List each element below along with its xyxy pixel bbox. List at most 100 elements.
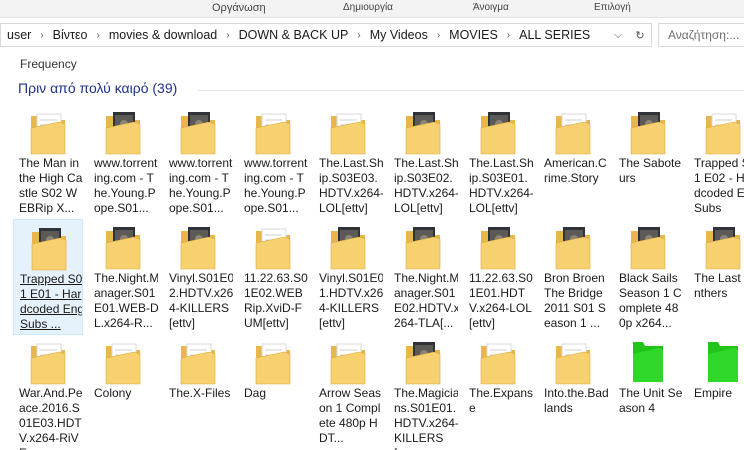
folder-item[interactable]: 11.22.63.S01E01.HDTV.x264-LOL[ettv] (463, 219, 533, 335)
folder-label: War.And.Peace.2016.S01E03.HDTV.x264-RiVE… (19, 386, 83, 450)
folder-item[interactable]: War.And.Peace.2016.S01E03.HDTV.x264-RiVE… (13, 334, 83, 450)
folder-item[interactable]: American.Crime.Story (538, 104, 608, 220)
ribbon-group-select: Επιλογή (594, 2, 631, 13)
folder-item[interactable]: The Unit Season 4 (613, 334, 683, 450)
folder-label: The Man in the High Castle S02 WEBRip X.… (19, 156, 83, 215)
folder-icon (29, 108, 67, 156)
refresh-icon[interactable]: ↻ (629, 24, 651, 46)
folder-label: 11.22.63.S01E01.HDTV.x264-LOL[ettv] (469, 271, 533, 330)
folder-item[interactable]: Empire (688, 334, 744, 450)
breadcrumb-item[interactable]: DOWN & BACK UP (237, 28, 351, 42)
chevron-down-icon[interactable]: ⌵ (607, 24, 629, 46)
breadcrumb-item[interactable]: MOVIES (447, 28, 500, 42)
address-bar-row: user › Βίντεο › movies & download › DOWN & BAC… (0, 20, 744, 50)
folder-label: Trapped S01 E01 - Hardcoded Eng Subs ... (20, 272, 83, 331)
folder-item[interactable]: The.X-Files (163, 334, 233, 450)
folder-icon (404, 108, 442, 156)
folder-item[interactable]: The.Last.Ship.S03E01.HDTV.x264-LOL[ettv] (463, 104, 533, 220)
folder-icon (554, 223, 592, 271)
ribbon-group-open: Άνοιγμα (473, 2, 509, 13)
breadcrumb-item[interactable]: user (5, 28, 33, 42)
green-folder-icon (704, 338, 742, 386)
folder-item[interactable]: The.Night.Manager.S01E01.WEB-DL.x264-R..… (88, 219, 158, 335)
folder-icon (179, 338, 217, 386)
group-header[interactable]: Πριν από πολύ καιρό (39) (18, 80, 177, 96)
folder-item[interactable]: 11.22.63.S01E02.WEBRip.XviD-FUM[ettv] (238, 219, 308, 335)
green-folder-icon (629, 338, 667, 386)
folder-item[interactable]: Bron Broen The Bridge 2011 S01 Season 1 … (538, 219, 608, 335)
folder-item[interactable]: The Man in the High Castle S02 WEBRip X.… (13, 104, 83, 220)
folder-label: Trapped S01 E02 - Hardcoded Eng Subs (694, 156, 744, 215)
folder-item[interactable]: Colony (88, 334, 158, 450)
folder-label: 11.22.63.S01E02.WEBRip.XviD-FUM[ettv] (244, 271, 308, 330)
folder-item[interactable]: Trapped S01 E01 - Hardcoded Eng Subs ... (13, 219, 83, 335)
folder-item[interactable]: Arrow Season 1 Complete 480p HDT... (313, 334, 383, 450)
folder-icon (704, 108, 742, 156)
breadcrumb-separator-icon[interactable]: › (219, 30, 236, 41)
folder-item[interactable]: www.torrenting.com - The.Young.Pope.S01.… (88, 104, 158, 220)
folder-icon (479, 338, 517, 386)
folder-item[interactable]: The.Last.Ship.S03E02.HDTV.x264-LOL[ettv] (388, 104, 458, 220)
folder-item[interactable]: Vinyl.S01E01.HDTV.x264-KILLERS[ettv] (313, 219, 383, 335)
folder-label: The.Last.Ship.S03E02.HDTV.x264-LOL[ettv] (394, 156, 458, 215)
folder-icon (29, 338, 67, 386)
breadcrumb-item[interactable]: Βίντεο (51, 28, 90, 42)
folder-icon (179, 108, 217, 156)
folder-icon (704, 223, 742, 271)
folder-item[interactable]: The.Magicians.S01E01.HDTV.x264-KILLERS[e… (388, 334, 458, 450)
folder-item[interactable]: Into.the.Badlands (538, 334, 608, 450)
column-header-frequency[interactable]: Frequency (20, 57, 77, 71)
breadcrumb-item[interactable]: movies & download (107, 28, 219, 42)
ribbon-bar: Οργάνωση Δημιουργία Άνοιγμα Επιλογή (0, 0, 744, 18)
folder-label: The.Last.Ship.S03E01.HDTV.x264-LOL[ettv] (469, 156, 533, 215)
folder-label: www.torrenting.com - The.Young.Pope.S01.… (169, 156, 233, 215)
folder-label: American.Crime.Story (544, 156, 607, 185)
folder-label: Vinyl.S01E02.HDTV.x264-KILLERS[ettv] (169, 271, 233, 330)
breadcrumb-item[interactable]: My Videos (368, 28, 430, 42)
group-divider (198, 90, 744, 91)
folder-item[interactable]: www.torrenting.com - The.Young.Pope.S01.… (163, 104, 233, 220)
folder-icon (254, 108, 292, 156)
folder-icon (329, 338, 367, 386)
folder-label: www.torrenting.com - The.Young.Pope.S01.… (94, 156, 158, 215)
folder-item[interactable]: The.Expanse (463, 334, 533, 450)
folder-icon (554, 338, 592, 386)
folder-item[interactable]: The Saboteurs (613, 104, 683, 220)
breadcrumb-separator-icon[interactable]: › (33, 30, 50, 41)
folder-icon (179, 223, 217, 271)
folder-item[interactable]: The Last Panthers (688, 219, 744, 335)
folder-label: Arrow Season 1 Complete 480p HDT... (319, 386, 382, 445)
folder-label: www.torrenting.com - The.Young.Pope.S01.… (244, 156, 308, 215)
folder-icon (554, 108, 592, 156)
folder-label: Black Sails Season 1 Complete 480p x264.… (619, 271, 682, 330)
breadcrumb-item[interactable]: ALL SERIES (517, 28, 592, 42)
folder-label: Dag (244, 386, 267, 400)
folder-item[interactable]: www.torrenting.com - The.Young.Pope.S01.… (238, 104, 308, 220)
folder-label: Into.the.Badlands (544, 386, 608, 415)
folder-icon (254, 338, 292, 386)
folder-label: The Unit Season 4 (619, 386, 683, 415)
folder-label: The.Last.Ship.S03E03.HDTV.x264-LOL[ettv] (319, 156, 383, 215)
breadcrumb-separator-icon[interactable]: › (350, 30, 367, 41)
address-bar[interactable]: user › Βίντεο › movies & download › DOWN & BAC… (0, 23, 652, 47)
folder-item[interactable]: Black Sails Season 1 Complete 480p x264.… (613, 219, 683, 335)
breadcrumb-separator-icon[interactable]: › (500, 30, 517, 41)
folder-label: The.X-Files (169, 386, 231, 400)
search-input[interactable]: Αναζήτηση:... (658, 23, 744, 47)
folder-label: The Saboteurs (619, 156, 682, 185)
folder-item[interactable]: The.Last.Ship.S03E03.HDTV.x264-LOL[ettv] (313, 104, 383, 220)
ribbon-group-organize: Οργάνωση (212, 2, 266, 14)
folder-label: Bron Broen The Bridge 2011 S01 Season 1 … (544, 271, 606, 330)
folder-item[interactable]: The.Night.Manager.S01E02.HDTV.x264-TLA[.… (388, 219, 458, 335)
folder-item[interactable]: Vinyl.S01E02.HDTV.x264-KILLERS[ettv] (163, 219, 233, 335)
folder-label: The.Magicians.S01E01.HDTV.x264-KILLERS[e… (394, 386, 458, 450)
folder-item[interactable]: Trapped S01 E02 - Hardcoded Eng Subs (688, 104, 744, 220)
folder-icon (104, 108, 142, 156)
breadcrumb-separator-icon[interactable]: › (430, 30, 447, 41)
folder-item[interactable]: Dag (238, 334, 308, 450)
breadcrumb-separator-icon[interactable]: › (90, 30, 107, 41)
folder-icon (329, 108, 367, 156)
folder-icon (629, 108, 667, 156)
folder-icon (404, 338, 442, 386)
folder-icon (329, 223, 367, 271)
